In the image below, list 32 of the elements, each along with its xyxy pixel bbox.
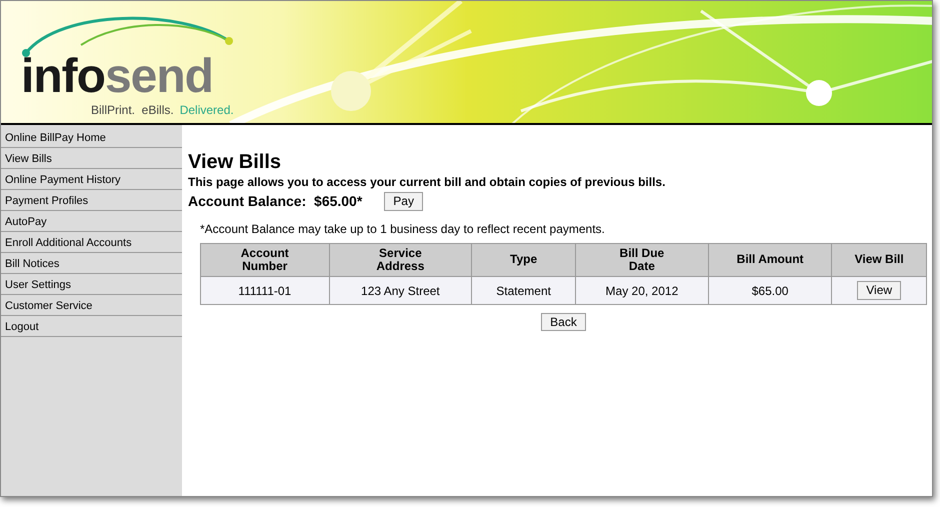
page-title: View Bills [188,151,282,173]
view-button[interactable]: View [857,281,902,300]
column-header: Service Address [329,244,472,276]
table-cell: $65.00 [708,276,832,304]
sidebar-link[interactable]: Logout [1,316,182,337]
table-cell: 111111-01 [200,276,330,304]
sidebar-link[interactable]: Online BillPay Home [1,127,182,148]
sidebar-link[interactable]: Payment Profiles [1,190,182,211]
back-button[interactable]: Back [541,313,586,332]
sidebar-link[interactable]: AutoPay [1,211,182,232]
column-header: Account Number [200,244,330,276]
logo-text: info [21,53,105,101]
tagline: Delivered. [180,102,234,119]
column-header: View Bill [832,244,926,276]
column-header: Bill Due Date [575,244,708,276]
table-cell: 123 Any Street [329,276,472,304]
sidebar-link[interactable]: Customer Service [1,295,182,316]
sidebar-link[interactable]: View Bills [1,148,182,169]
table-cell: May 20, 2012 [575,276,708,304]
sidebar-link[interactable]: Online Payment History [1,169,182,190]
tagline: BillPrint. eBills. [91,102,174,119]
table-cell: Statement [472,276,576,304]
sidebar-link[interactable]: Enroll Additional Accounts [1,232,182,253]
logo-text: send [104,53,213,101]
balance-note: *Account Balance may take up to 1 business day to reflect recent payments. [200,221,606,238]
sidebar-link[interactable]: Bill Notices [1,253,182,274]
account-balance: Account Balance: $65.00* [188,192,362,211]
pay-button[interactable]: Pay [384,192,423,211]
page-description: This page allows you to access your current bill and obtain copies of previous bills. [188,174,666,191]
sidebar-link[interactable]: User Settings [1,274,182,295]
column-header: Bill Amount [708,244,832,276]
column-header: Type [472,244,576,276]
